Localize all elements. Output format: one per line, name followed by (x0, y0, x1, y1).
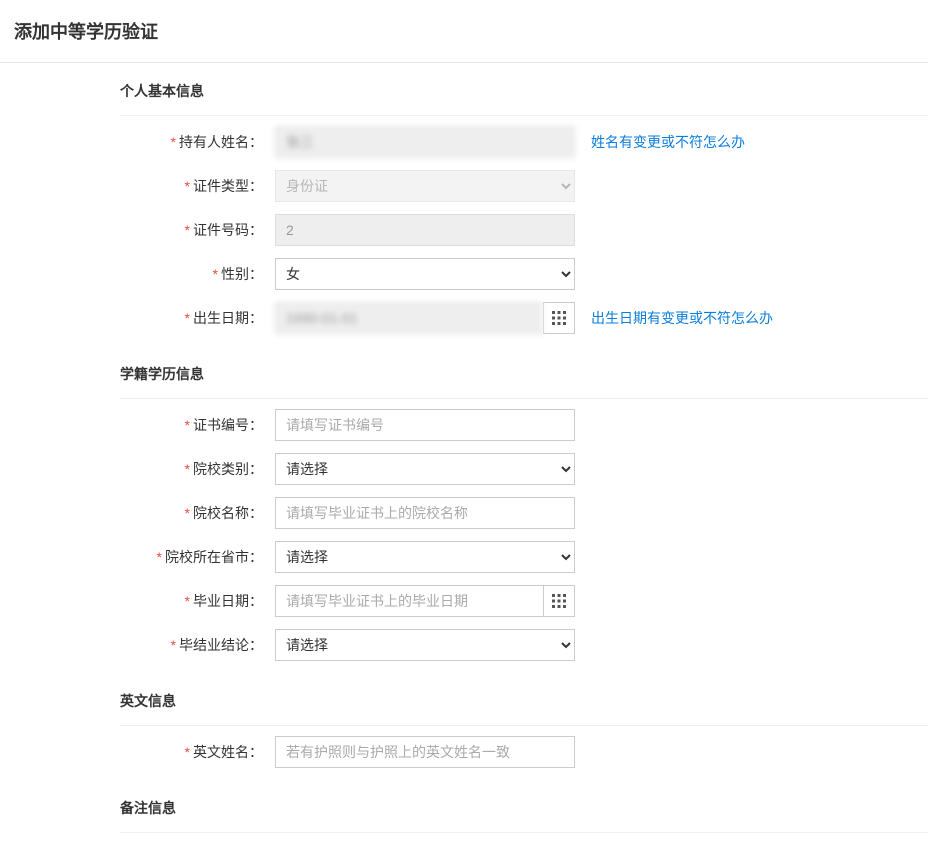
row-id-type: *证件类型： 身份证 (120, 170, 928, 202)
graduation-conclusion-select[interactable]: 请选择 (275, 629, 575, 661)
calendar-icon (552, 311, 566, 325)
required-mark: * (185, 505, 190, 521)
label-english-name: *英文姓名： (120, 742, 275, 762)
school-province-select[interactable]: 请选择 (275, 541, 575, 573)
section-remarks-title: 备注信息 (120, 780, 928, 832)
section-divider (120, 725, 928, 726)
required-mark: * (185, 461, 190, 477)
birth-date-input (275, 302, 543, 334)
id-type-select: 身份证 (275, 170, 575, 202)
label-id-number-text: 证件号码： (193, 222, 263, 238)
row-school-province: *院校所在省市： 请选择 (120, 541, 928, 573)
page-title: 添加中等学历验证 (0, 0, 928, 62)
label-english-name-text: 英文姓名： (193, 744, 263, 760)
section-english-title: 英文信息 (120, 673, 928, 725)
label-school-name-text: 院校名称： (193, 505, 263, 521)
graduation-date-picker-button[interactable] (543, 585, 575, 617)
label-school-province: *院校所在省市： (120, 547, 275, 567)
holder-name-input (275, 126, 575, 158)
required-mark: * (157, 549, 162, 565)
section-personal-title: 个人基本信息 (120, 63, 928, 115)
id-number-input (275, 214, 575, 246)
row-graduation-date: *毕业日期： (120, 585, 928, 617)
label-id-type-text: 证件类型： (193, 178, 263, 194)
label-id-type: *证件类型： (120, 176, 275, 196)
required-mark: * (185, 178, 190, 194)
row-gender: *性别： 女 (120, 258, 928, 290)
birth-date-field (275, 302, 575, 334)
section-english: 英文信息 *英文姓名： (0, 673, 928, 768)
required-mark: * (185, 744, 190, 760)
required-mark: * (185, 222, 190, 238)
row-id-number: *证件号码： (120, 214, 928, 246)
section-education: 学籍学历信息 *证书编号： *院校类别： 请选择 *院校名称： (0, 346, 928, 661)
label-birth-date: *出生日期： (120, 308, 275, 328)
gender-select[interactable]: 女 (275, 258, 575, 290)
required-mark: * (213, 266, 218, 282)
section-personal: 个人基本信息 *持有人姓名： 姓名有变更或不符怎么办 *证件类型： 身份证 *证… (0, 63, 928, 334)
row-cert-number: *证书编号： (120, 409, 928, 441)
label-school-type-text: 院校类别： (193, 461, 263, 477)
required-mark: * (185, 593, 190, 609)
label-graduation-date: *毕业日期： (120, 591, 275, 611)
label-id-number: *证件号码： (120, 220, 275, 240)
row-school-name: *院校名称： (120, 497, 928, 529)
label-birth-date-text: 出生日期： (193, 310, 263, 326)
required-mark: * (185, 417, 190, 433)
graduation-date-input[interactable] (275, 585, 543, 617)
required-mark: * (171, 637, 176, 653)
birth-date-help-link[interactable]: 出生日期有变更或不符怎么办 (591, 308, 773, 328)
label-cert-number: *证书编号： (120, 415, 275, 435)
label-holder-name-text: 持有人姓名： (179, 134, 263, 150)
row-birth-date: *出生日期： (120, 302, 928, 334)
section-divider (120, 398, 928, 399)
school-name-input[interactable] (275, 497, 575, 529)
section-education-title: 学籍学历信息 (120, 346, 928, 398)
label-holder-name: *持有人姓名： (120, 132, 275, 152)
section-remarks: 备注信息 (0, 780, 928, 833)
birth-date-picker-button[interactable] (543, 302, 575, 334)
row-school-type: *院校类别： 请选择 (120, 453, 928, 485)
label-graduation-conclusion: *毕结业结论： (120, 635, 275, 655)
section-divider (120, 115, 928, 116)
section-divider (120, 832, 928, 833)
label-graduation-conclusion-text: 毕结业结论： (179, 637, 263, 653)
label-gender-text: 性别： (221, 266, 263, 282)
calendar-icon (552, 594, 566, 608)
required-mark: * (185, 310, 190, 326)
holder-name-help-link[interactable]: 姓名有变更或不符怎么办 (591, 132, 745, 152)
row-english-name: *英文姓名： (120, 736, 928, 768)
label-school-province-text: 院校所在省市： (165, 549, 263, 565)
school-type-select[interactable]: 请选择 (275, 453, 575, 485)
label-school-name: *院校名称： (120, 503, 275, 523)
label-graduation-date-text: 毕业日期： (193, 593, 263, 609)
graduation-date-field (275, 585, 575, 617)
cert-number-input[interactable] (275, 409, 575, 441)
label-gender: *性别： (120, 264, 275, 284)
required-mark: * (171, 134, 176, 150)
label-school-type: *院校类别： (120, 459, 275, 479)
row-holder-name: *持有人姓名： 姓名有变更或不符怎么办 (120, 126, 928, 158)
label-cert-number-text: 证书编号： (193, 417, 263, 433)
english-name-input[interactable] (275, 736, 575, 768)
row-graduation-conclusion: *毕结业结论： 请选择 (120, 629, 928, 661)
